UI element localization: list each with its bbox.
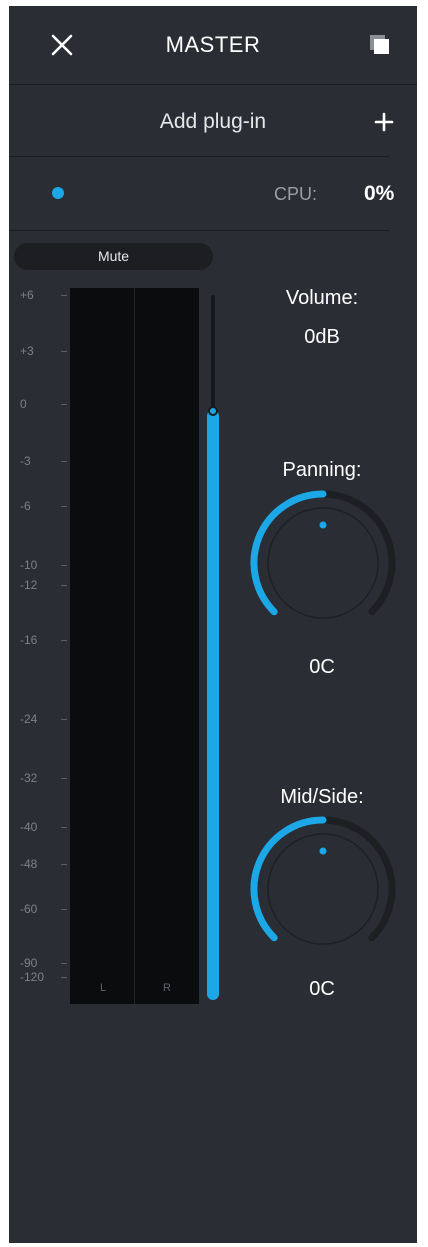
meter-scale-tick	[61, 977, 67, 978]
panning-knob[interactable]	[250, 490, 396, 636]
meter-scale-tick	[61, 461, 67, 462]
meter-scale-tick	[61, 827, 67, 828]
meter-scale-tick	[61, 295, 67, 296]
meter-scale-label: +6	[20, 288, 34, 302]
meter-scale-label: 0	[20, 397, 27, 411]
mute-button[interactable]: Mute	[14, 243, 213, 270]
volume-value: 0dB	[304, 326, 340, 348]
meter-scale-tick	[61, 864, 67, 865]
cpu-label: CPU:	[274, 184, 318, 204]
mid-side-knob[interactable]	[250, 816, 396, 962]
meter-scale-tick	[61, 565, 67, 566]
add-plugin-button[interactable]: Add plug-in	[9, 86, 417, 156]
channel-label-left: L	[99, 982, 107, 994]
cpu-value: 0%	[364, 182, 395, 205]
meter-scale-label: -32	[20, 771, 38, 785]
meter-scale-label: -24	[20, 712, 38, 726]
cpu-row: CPU: 0%	[9, 158, 417, 230]
meter-scale-tick	[61, 719, 67, 720]
meter-scale-tick	[61, 506, 67, 507]
meter-scale-tick	[61, 351, 67, 352]
meter-scale-label: -60	[20, 902, 38, 916]
meter-scale-tick	[61, 404, 67, 405]
divider	[9, 84, 417, 85]
mid-side-label: Mid/Side:	[280, 786, 364, 808]
meter-scale-label: -10	[20, 558, 38, 572]
meter-scale-tick	[61, 640, 67, 641]
meter-scale-label: -90	[20, 956, 38, 970]
panning-label: Panning:	[282, 459, 362, 481]
meter-scale-tick	[61, 778, 67, 779]
fader-handle[interactable]	[208, 406, 218, 416]
header: MASTER	[9, 6, 417, 84]
volume-label: Volume:	[285, 287, 359, 309]
master-panel: MASTER Add plug-in CPU: 0% Mute +6 +3 0 -3 -…	[9, 6, 417, 1243]
meter-scale-label: -12	[20, 578, 38, 592]
window-icon[interactable]	[367, 32, 393, 58]
meter-divider	[134, 288, 135, 1004]
meter-scale-label: -40	[20, 820, 38, 834]
meter-scale-label: -48	[20, 857, 38, 871]
divider	[9, 230, 389, 231]
plus-icon	[374, 112, 394, 132]
meter-scale-label: -3	[20, 454, 31, 468]
add-plugin-label: Add plug-in	[159, 110, 267, 133]
fader-fill	[207, 410, 219, 1000]
meter-scale-tick	[61, 585, 67, 586]
panning-value: 0C	[309, 656, 335, 678]
divider	[9, 156, 389, 157]
meter-scale-label: +3	[20, 344, 34, 358]
meter-scale-tick	[61, 963, 67, 964]
mid-side-value: 0C	[309, 978, 335, 1000]
channel-label-right: R	[163, 982, 171, 994]
meter-scale-tick	[61, 909, 67, 910]
page-title: MASTER	[165, 32, 261, 57]
meter-scale-label: -120	[20, 970, 45, 984]
meter-scale-label: -16	[20, 633, 38, 647]
meter-scale-label: -6	[20, 499, 31, 513]
status-indicator	[52, 187, 64, 199]
